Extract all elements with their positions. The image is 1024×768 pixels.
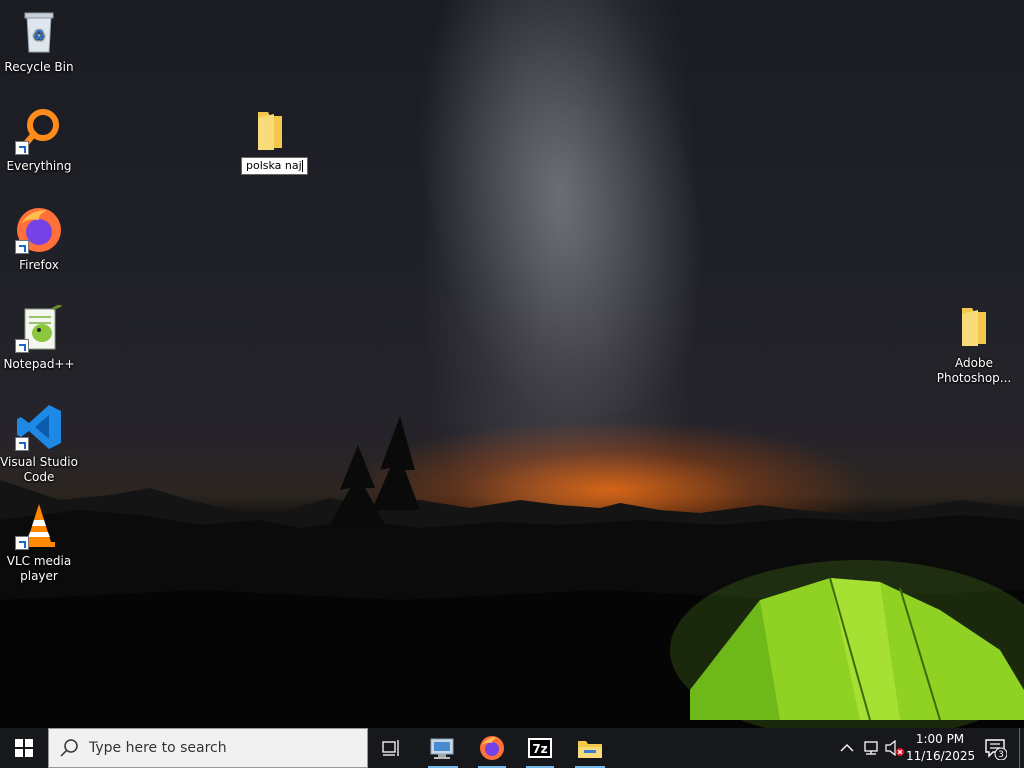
taskbar-7zip[interactable]: 7z bbox=[520, 728, 560, 768]
icon-label: Notepad++ bbox=[3, 357, 75, 371]
clock-time: 1:00 PM bbox=[915, 732, 965, 746]
task-view-button[interactable] bbox=[372, 728, 412, 768]
search-icon bbox=[60, 739, 78, 757]
text-caret bbox=[301, 160, 303, 172]
taskbar: Type here to search 7z 1:00 PM 11/16/202… bbox=[0, 728, 1024, 768]
icon-label: Firefox bbox=[19, 258, 59, 272]
file-explorer-icon bbox=[578, 741, 602, 758]
icon-label: Recycle Bin bbox=[4, 60, 74, 74]
taskbar-search-box[interactable]: Type here to search bbox=[48, 728, 368, 768]
windows-logo-icon bbox=[15, 739, 33, 757]
svg-text:7z: 7z bbox=[532, 742, 547, 756]
network-icon bbox=[864, 741, 878, 755]
folder-icon bbox=[950, 304, 998, 352]
glowing-tent bbox=[670, 560, 1024, 728]
shortcut-arrow-icon bbox=[15, 240, 29, 254]
icon-label: Adobe Photoshop... bbox=[936, 356, 1012, 385]
shortcut-arrow-icon bbox=[15, 141, 29, 155]
desktop-icon-everything[interactable]: Everything bbox=[0, 107, 78, 174]
firefox-icon bbox=[480, 736, 504, 760]
show-desktop-divider[interactable] bbox=[1019, 728, 1020, 768]
firefox-icon bbox=[15, 206, 63, 254]
shortcut-arrow-icon bbox=[15, 536, 29, 550]
search-placeholder: Type here to search bbox=[89, 740, 227, 756]
taskbar-firefox[interactable] bbox=[472, 728, 512, 768]
task-view-icon bbox=[382, 740, 399, 756]
recycle-bin-icon: ♻ bbox=[15, 8, 63, 56]
action-center-button[interactable]: 3 bbox=[978, 728, 1012, 768]
icon-label: Everything bbox=[6, 159, 72, 173]
notification-count-badge: 3 bbox=[998, 750, 1004, 760]
desktop[interactable]: ♻ Recycle Bin Everything Firefox Notepad… bbox=[0, 0, 1024, 728]
show-hidden-icons-button[interactable] bbox=[836, 728, 858, 768]
desktop-icon-visual-studio-code[interactable]: Visual Studio Code bbox=[0, 403, 78, 485]
volume-muted-icon bbox=[885, 740, 904, 756]
clock-date: 11/16/2025 bbox=[906, 749, 976, 763]
folder-rename-input[interactable]: polska naj bbox=[241, 157, 308, 175]
folder-icon bbox=[246, 108, 294, 156]
desktop-icon-vlc[interactable]: VLC media player bbox=[0, 502, 78, 584]
volume-tray-button[interactable] bbox=[884, 728, 906, 768]
network-tray-button[interactable] bbox=[860, 728, 882, 768]
taskbar-control-panel[interactable] bbox=[422, 728, 464, 768]
chevron-up-icon bbox=[840, 744, 854, 752]
desktop-icon-notepad-plus-plus[interactable]: Notepad++ bbox=[0, 303, 78, 372]
desktop-icon-recycle-bin[interactable]: ♻ Recycle Bin bbox=[0, 8, 78, 75]
icon-label: VLC media player bbox=[6, 554, 72, 583]
desktop-folder-adobe-photoshop[interactable]: Adobe Photoshop... bbox=[935, 304, 1013, 386]
taskbar-file-explorer[interactable] bbox=[569, 728, 611, 768]
svg-text:♻: ♻ bbox=[33, 28, 46, 44]
taskbar-clock[interactable]: 1:00 PM 11/16/2025 bbox=[906, 731, 976, 765]
icon-label: Visual Studio Code bbox=[0, 455, 78, 484]
notepad-plus-plus-icon bbox=[15, 303, 63, 353]
everything-search-icon bbox=[15, 107, 63, 155]
vlc-cone-icon bbox=[15, 502, 63, 550]
rename-text: polska naj bbox=[246, 159, 302, 172]
7zip-icon: 7z bbox=[528, 738, 552, 758]
vscode-icon bbox=[15, 403, 63, 451]
notification-icon: 3 bbox=[985, 739, 1007, 760]
start-button[interactable] bbox=[0, 728, 48, 768]
shortcut-arrow-icon bbox=[15, 437, 29, 451]
desktop-folder-renaming[interactable] bbox=[231, 108, 309, 160]
shortcut-arrow-icon bbox=[15, 339, 29, 353]
control-panel-icon bbox=[430, 738, 454, 759]
desktop-icon-firefox[interactable]: Firefox bbox=[0, 206, 78, 273]
